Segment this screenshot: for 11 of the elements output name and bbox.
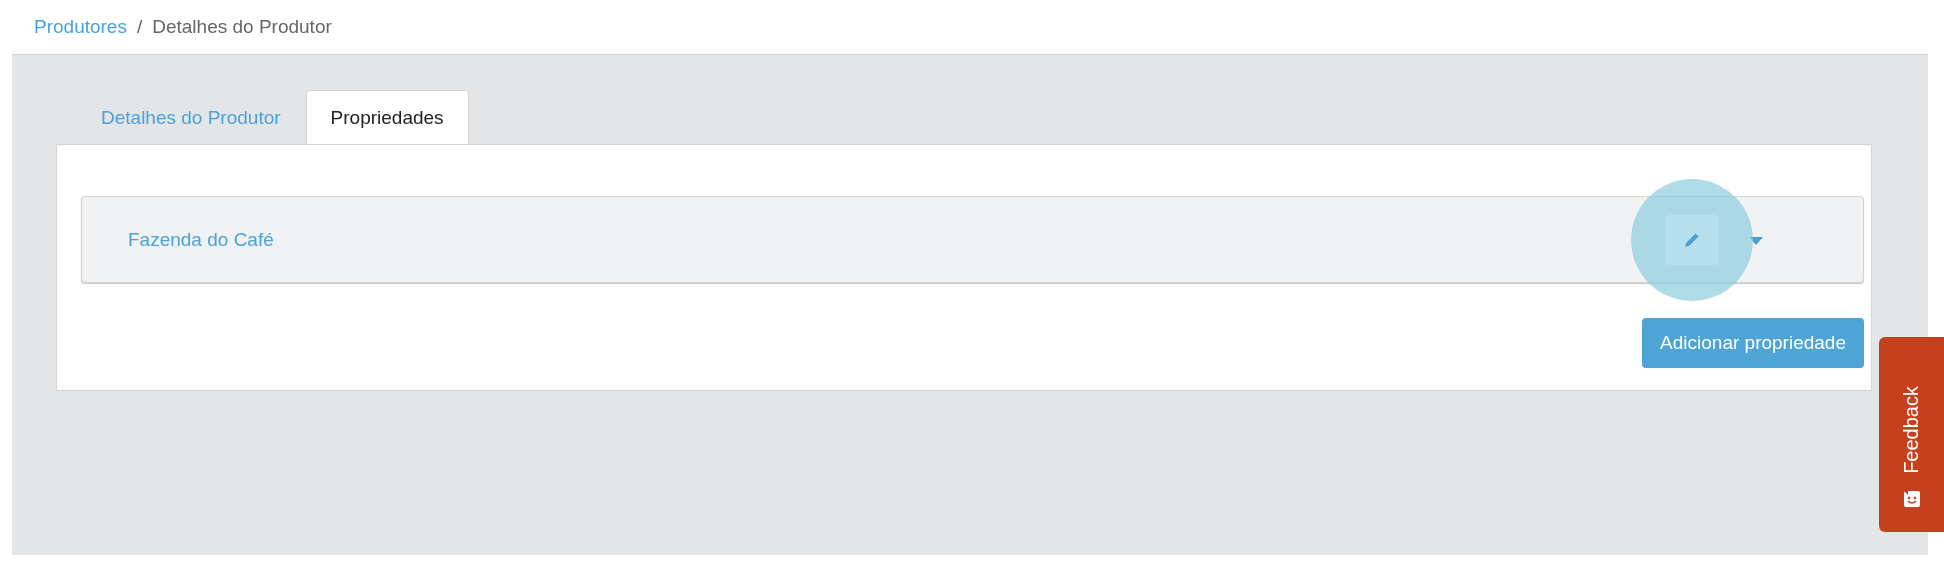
smiley-icon — [1902, 490, 1921, 508]
add-property-button[interactable]: Adicionar propriedade — [1642, 318, 1864, 368]
edit-button[interactable] — [1665, 214, 1719, 265]
feedback-tab[interactable]: Feedback — [1879, 337, 1944, 532]
breadcrumb-current: Detalhes do Produtor — [152, 16, 332, 38]
pencil-icon — [1684, 231, 1700, 248]
tab[interactable]: Propriedades — [305, 90, 469, 144]
property-link[interactable]: Fazenda do Café — [128, 228, 274, 251]
tab[interactable]: Detalhes do Produtor — [76, 90, 306, 144]
breadcrumb-separator: / — [136, 16, 143, 38]
breadcrumb-link[interactable]: Produtores — [34, 16, 127, 38]
